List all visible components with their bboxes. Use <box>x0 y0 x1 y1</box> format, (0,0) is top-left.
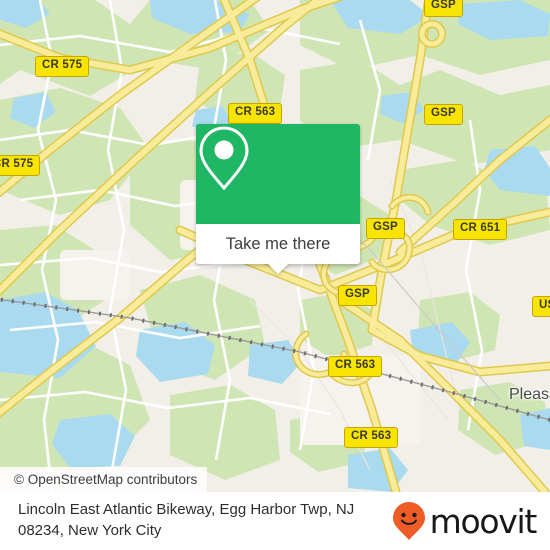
map-canvas[interactable]: CR 575 CR 575 CR 563 GSP GSP GSP GSP CR … <box>0 0 550 492</box>
take-me-there-label: Take me there <box>225 234 331 253</box>
address-line-2: 08234, New York City <box>18 522 162 539</box>
moovit-map-screenshot: CR 575 CR 575 CR 563 GSP GSP GSP GSP CR … <box>0 0 550 550</box>
moovit-wordmark: moovit <box>429 501 538 541</box>
map-pin-icon <box>199 126 249 191</box>
road-shield[interactable]: CR 575 <box>35 56 90 77</box>
road-shield[interactable]: GSP <box>338 285 377 306</box>
callout-icon-area <box>196 124 360 224</box>
moovit-pin-icon <box>392 502 425 540</box>
road-shield[interactable]: CR 651 <box>453 219 508 240</box>
callout-action-bar[interactable]: Take me there <box>196 224 360 274</box>
road-shield[interactable]: GSP <box>424 104 463 125</box>
road-shield[interactable]: GSP <box>366 218 405 239</box>
moovit-logo[interactable]: moovit <box>392 501 538 541</box>
road-shield[interactable]: CR 563 <box>344 427 399 448</box>
road-shield[interactable]: US <box>532 296 550 317</box>
address-line-1: Lincoln East Atlantic Bikeway, Egg Harbo… <box>18 501 355 519</box>
footer-bar: Lincoln East Atlantic Bikeway, Egg Harbo… <box>0 492 550 550</box>
road-shield[interactable]: CR 563 <box>228 103 283 124</box>
location-callout-card[interactable]: Take me there <box>196 124 360 274</box>
road-shield[interactable]: GSP <box>424 0 463 17</box>
osm-attribution-label: © OpenStreetMap contributors <box>14 472 198 487</box>
road-shield[interactable]: CR 575 <box>0 155 41 176</box>
address-block: Lincoln East Atlantic Bikeway, Egg Harbo… <box>18 500 354 541</box>
place-label-pleasantville: Pleasa <box>509 386 550 403</box>
osm-attribution[interactable]: © OpenStreetMap contributors <box>0 467 208 492</box>
callout-pointer-tail <box>267 263 289 274</box>
road-shield[interactable]: CR 563 <box>328 356 383 377</box>
